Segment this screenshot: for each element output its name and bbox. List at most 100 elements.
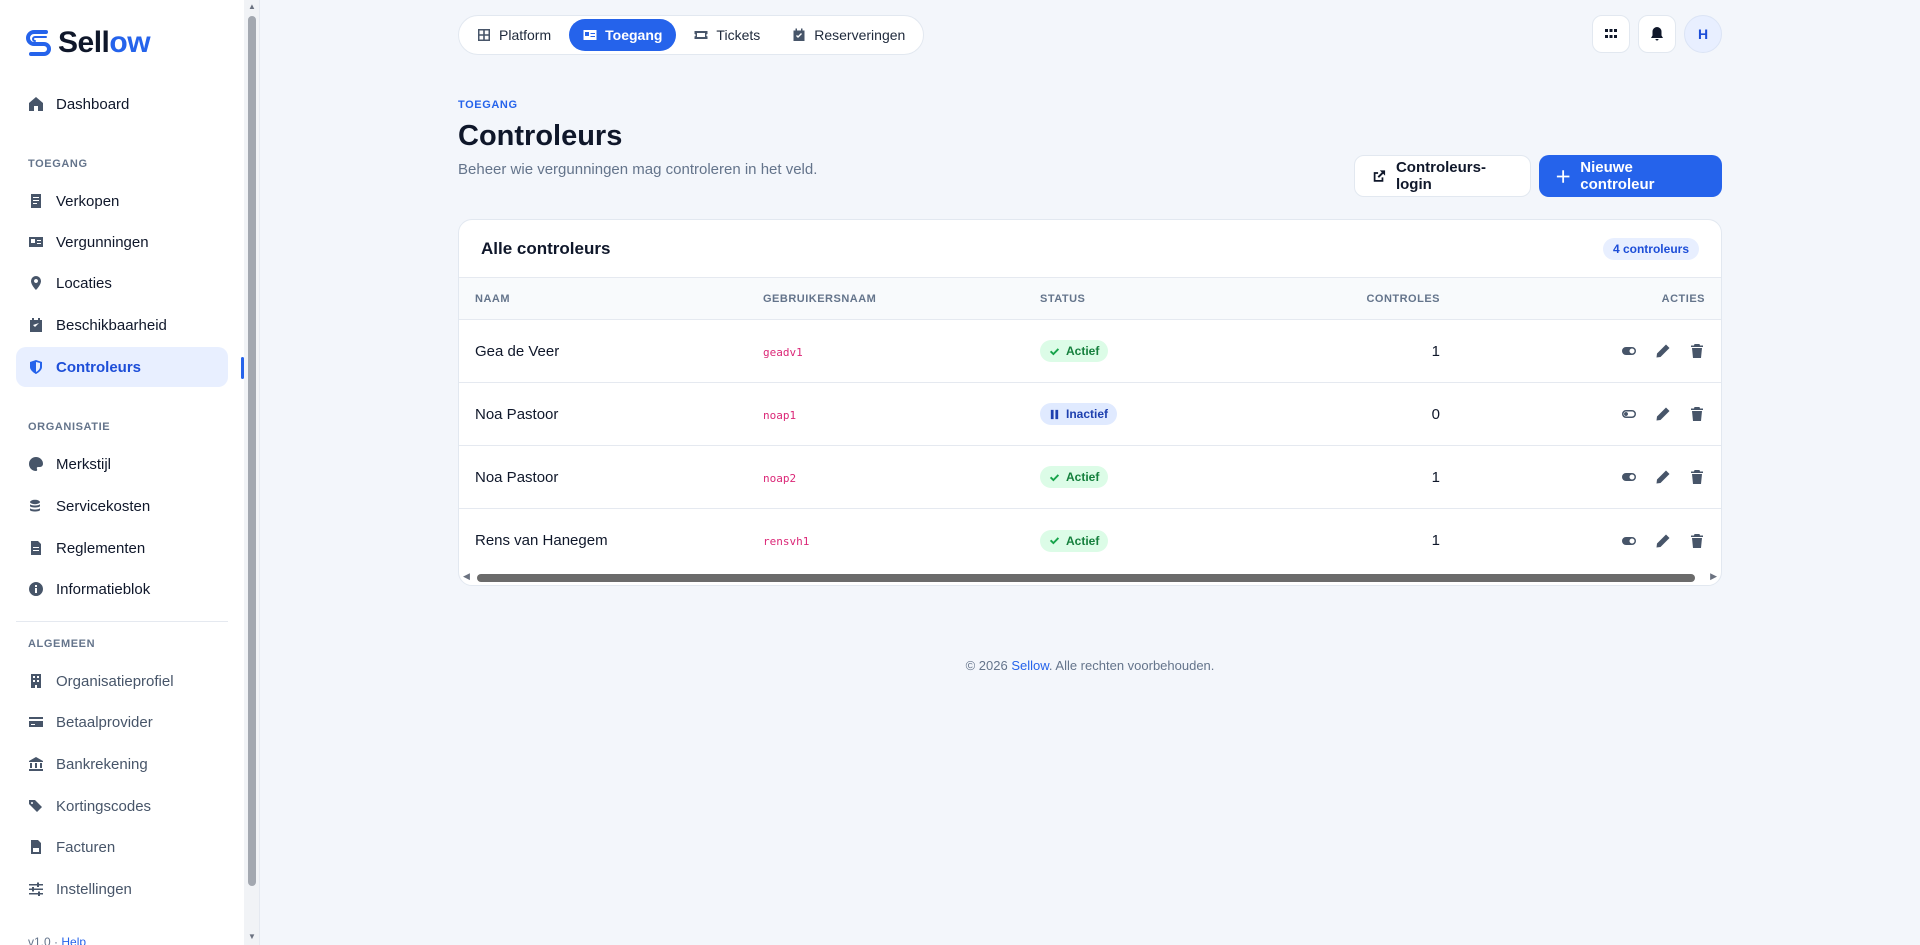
new-controleur-button[interactable]: Nieuwe controleur xyxy=(1539,155,1722,197)
user-avatar[interactable]: H xyxy=(1684,15,1722,53)
tab-toegang[interactable]: Toegang xyxy=(569,19,677,51)
controleurs-card: Alle controleurs 4 controleurs NAAM GEBR… xyxy=(458,219,1722,586)
edit-icon[interactable] xyxy=(1655,469,1671,485)
toggle-off-icon[interactable] xyxy=(1621,406,1637,422)
sidebar-scroll-thumb[interactable] xyxy=(248,16,256,886)
cell-controles: 1 xyxy=(1431,468,1440,486)
sidebar-item-facturen[interactable]: Facturen xyxy=(16,827,228,867)
toggle-on-icon[interactable] xyxy=(1621,343,1637,359)
cell-name: Noa Pastoor xyxy=(475,468,559,486)
sidebar-item-instellingen[interactable]: Instellingen xyxy=(16,869,228,909)
footer-brand-link[interactable]: Sellow xyxy=(1011,658,1049,673)
home-icon xyxy=(29,97,43,111)
row-actions xyxy=(1440,343,1721,359)
scroll-down-arrow-icon[interactable]: ▼ xyxy=(248,932,256,941)
receipt-icon xyxy=(31,194,41,208)
scroll-up-arrow-icon[interactable]: ▲ xyxy=(248,2,256,11)
check-icon xyxy=(1049,347,1060,355)
column-header-naam[interactable]: NAAM xyxy=(459,293,763,305)
sidebar-item-locaties[interactable]: Locaties xyxy=(16,263,228,303)
sidebar-item-verkopen[interactable]: Verkopen xyxy=(16,181,228,221)
sidebar-item-merkstijl[interactable]: Merkstijl xyxy=(16,444,228,484)
horizontal-scroll-thumb[interactable] xyxy=(477,574,1695,582)
pause-icon xyxy=(1050,409,1059,419)
row-actions xyxy=(1440,533,1721,549)
tags-icon xyxy=(29,800,42,812)
sellow-logo[interactable]: Sellow xyxy=(24,26,151,60)
table-row[interactable]: Gea de Veer geadv1 Actief 1 xyxy=(459,320,1721,383)
cell-controles: 1 xyxy=(1431,532,1440,549)
palette-icon xyxy=(29,457,43,471)
edit-icon[interactable] xyxy=(1655,533,1671,549)
section-label-organisatie: ORGANISATIE xyxy=(28,421,111,433)
notifications-button[interactable] xyxy=(1638,15,1676,53)
sidebar-item-controleurs[interactable]: Controleurs xyxy=(16,347,228,387)
trash-icon[interactable] xyxy=(1689,469,1705,485)
id-card-icon xyxy=(29,237,43,247)
sidebar-item-beschikbaarheid[interactable]: Beschikbaarheid xyxy=(16,305,228,345)
cell-username: geadv1 xyxy=(763,345,803,359)
help-link[interactable]: Help xyxy=(61,935,86,945)
sidebar-item-betaalprovider[interactable]: Betaalprovider xyxy=(16,702,228,742)
tab-reserveringen[interactable]: Reserveringen xyxy=(778,19,919,51)
controleurs-login-button[interactable]: Controleurs-login xyxy=(1354,155,1531,197)
sidebar-item-bankrekening[interactable]: Bankrekening xyxy=(16,744,228,784)
footer: © 2026 Sellow. Alle rechten voorbehouden… xyxy=(965,658,1215,673)
toggle-on-icon[interactable] xyxy=(1621,469,1637,485)
sidebar-divider xyxy=(16,621,228,622)
edit-icon[interactable] xyxy=(1655,343,1671,359)
column-header-controles[interactable]: CONTROLES xyxy=(1240,293,1440,305)
trash-icon[interactable] xyxy=(1689,406,1705,422)
logo-text: Sellow xyxy=(58,26,151,59)
sidebar-item-vergunningen[interactable]: Vergunningen xyxy=(16,222,228,262)
table-row[interactable]: Rens van Hanegem rensvh1 Actief 1 xyxy=(459,509,1721,572)
toggle-on-icon[interactable] xyxy=(1621,533,1637,549)
calendar-check-icon xyxy=(793,28,805,41)
edit-icon[interactable] xyxy=(1655,406,1671,422)
card-header: Alle controleurs 4 controleurs xyxy=(459,220,1721,278)
version-label: v1.0 · Help xyxy=(28,935,86,945)
table-row[interactable]: Noa Pastoor noap1 Inactief 0 xyxy=(459,383,1721,446)
coins-icon xyxy=(30,499,40,512)
status-badge: Actief xyxy=(1040,529,1109,552)
status-badge: Actief xyxy=(1040,466,1109,488)
check-icon xyxy=(1049,473,1060,481)
sidebar-item-reglementen[interactable]: Reglementen xyxy=(16,528,228,568)
check-icon xyxy=(1049,537,1060,545)
scroll-right-arrow-icon[interactable]: ▶ xyxy=(1710,571,1717,582)
sidebar-item-servicekosten[interactable]: Servicekosten xyxy=(16,486,228,526)
sidebar-item-dashboard[interactable]: Dashboard xyxy=(16,84,228,124)
table-row[interactable]: Noa Pastoor noap2 Actief 1 xyxy=(459,446,1721,509)
table-horizontal-scrollbar[interactable]: ◀ ▶ xyxy=(459,569,1721,585)
sellow-logo-icon xyxy=(26,30,51,56)
apps-grid-button[interactable] xyxy=(1592,15,1630,53)
card-title: Alle controleurs xyxy=(481,238,611,258)
apps-grid-icon xyxy=(1605,29,1617,38)
sidebar-item-kortingscodes[interactable]: Kortingscodes xyxy=(16,786,228,826)
trash-icon[interactable] xyxy=(1689,533,1705,549)
invoice-icon xyxy=(31,840,41,854)
page-subtitle: Beheer wie vergunningen mag controleren … xyxy=(458,161,818,178)
cell-username: rensvh1 xyxy=(763,535,810,548)
scroll-left-arrow-icon[interactable]: ◀ xyxy=(463,571,470,582)
cell-controles: 0 xyxy=(1431,405,1440,423)
bank-icon xyxy=(29,757,43,771)
tab-tickets[interactable]: Tickets xyxy=(680,19,774,51)
status-badge: Actief xyxy=(1040,340,1109,362)
sidebar-scrollbar[interactable]: ▲ ▼ xyxy=(244,0,259,945)
cell-name: Noa Pastoor xyxy=(475,405,559,423)
bell-icon xyxy=(1651,27,1663,41)
plus-icon xyxy=(1556,169,1570,183)
external-link-icon xyxy=(1373,169,1386,182)
ticket-icon xyxy=(694,31,708,39)
trash-icon[interactable] xyxy=(1689,343,1705,359)
column-header-status[interactable]: STATUS xyxy=(1040,293,1240,305)
tab-platform[interactable]: Platform xyxy=(463,19,565,51)
column-header-gebruikersnaam[interactable]: GEBRUIKERSNAAM xyxy=(763,293,1040,305)
calendar-icon xyxy=(30,318,42,332)
sidebar-item-informatieblok[interactable]: Informatieblok xyxy=(16,569,228,609)
count-badge: 4 controleurs xyxy=(1602,237,1699,260)
grid-icon xyxy=(478,29,490,41)
sidebar-item-organisatieprofiel[interactable]: Organisatieprofiel xyxy=(16,661,228,701)
credit-card-icon xyxy=(29,717,43,727)
